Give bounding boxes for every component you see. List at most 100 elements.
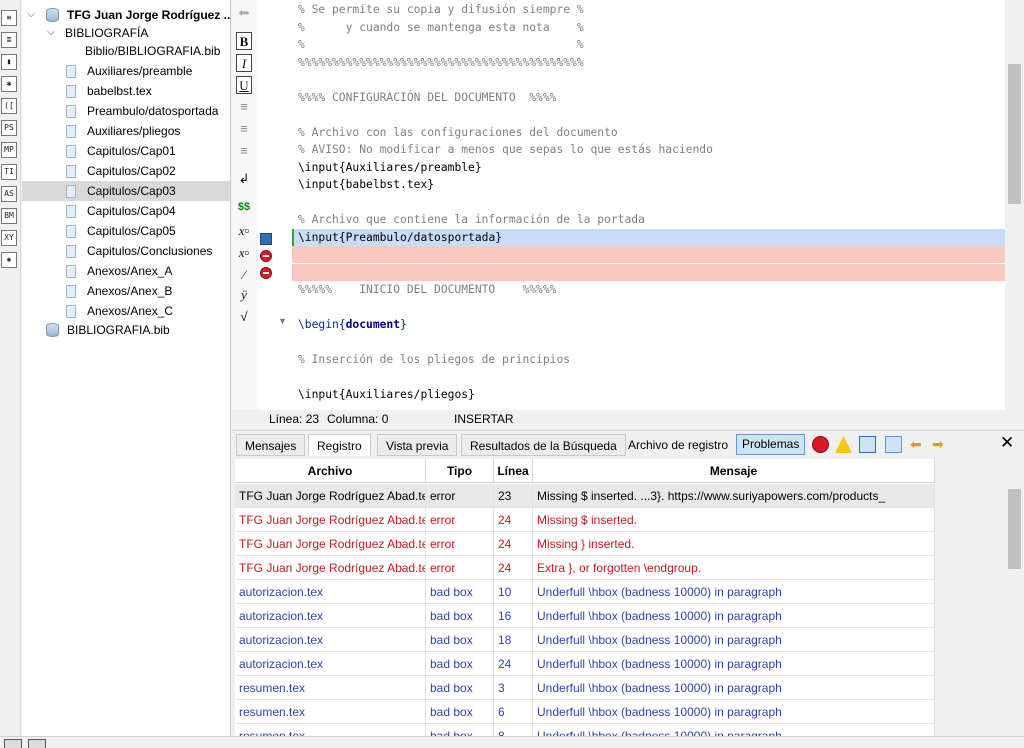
previous-error-icon[interactable]: ⬅ [910,436,927,453]
table-row[interactable]: autorizacion.tex bad box 10 Underfull \hbox… [235,580,935,604]
brackets-icon[interactable]: ([ [1,98,17,114]
table-row[interactable]: resumen.tex bad box 3 Underfull \hbox (badn… [235,676,935,700]
list-icon[interactable]: ≣ [1,32,17,48]
code-line[interactable]: %%%%% INICIO DEL DOCUMENTO %%%%% [292,281,1005,298]
structure-icon[interactable]: ≡ [1,10,17,26]
structure-toggle-icon[interactable] [4,739,22,748]
editor-scrollbar[interactable] [1005,0,1024,428]
close-icon[interactable]: ✕ [1000,433,1014,453]
table-row[interactable]: TFG Juan Jorge Rodríguez Abad.tex error 24… [235,556,935,580]
underline-button[interactable]: U [236,76,252,94]
code-line[interactable] [292,369,1005,386]
align-right-icon[interactable]: ≡ [236,142,252,160]
tree-root[interactable]: ⌵ TFG Juan Jorge Rodríguez ... [22,5,230,25]
tab-mensajes[interactable]: Mensajes [236,434,306,456]
back-icon[interactable]: ⬅ [236,4,252,22]
tree-item[interactable]: Capitulos/Conclusiones [22,241,230,261]
sqrt-icon[interactable]: √ [236,308,252,326]
code-line[interactable]: % AVISO: No modificar a menos que sepas … [292,141,1005,158]
metapost-icon[interactable]: MP [1,142,17,158]
newline-icon[interactable]: ↲ [236,170,252,188]
code-line[interactable]: %%%%%%%%%%%%%%%%%%%%%%%%%%%%%%%%%%%%%%%%… [292,54,1005,71]
tree-item[interactable]: babelbst.tex [22,81,230,101]
superscript-icon[interactable]: x▫ [236,244,252,262]
beamer-icon[interactable]: BM [1,208,17,224]
table-row[interactable]: TFG Juan Jorge Rodríguez Abad.tex error 24… [235,508,935,532]
dfrac-icon[interactable]: ÿ [236,286,252,304]
code-line[interactable] [292,194,1005,211]
xymatrix-icon[interactable]: XY [1,230,17,246]
asymptote-icon[interactable]: AS [1,186,17,202]
log-file-label[interactable]: Archivo de registro [628,438,728,452]
line-gutter[interactable]: ▼ [258,0,292,410]
code-line[interactable] [292,71,1005,88]
table-row[interactable]: TFG Juan Jorge Rodríguez Abad.tex error 24… [235,532,935,556]
italic-button[interactable]: I [236,54,252,72]
column-header-mensaje[interactable]: Mensaje [533,459,935,483]
filter-icon[interactable] [885,436,902,453]
code-area[interactable]: % Se permite su copia y difusión siempre… [292,0,1005,410]
fraction-icon[interactable]: ⁄ [236,266,252,284]
table-row[interactable]: autorizacion.tex bad box 24 Underfull \hbox… [235,652,935,676]
code-line[interactable] [292,334,1005,351]
messages-toggle-icon[interactable] [28,739,46,748]
warning-icon[interactable] [835,436,852,453]
table-row[interactable]: TFG Juan Jorge Rodríguez Abad.tex error 23… [235,484,935,508]
code-line[interactable] [292,106,1005,123]
stop-icon[interactable] [812,436,829,453]
code-line[interactable]: \input{Auxiliares/pliegos} [292,386,1005,403]
chevron-down-icon[interactable]: ⌵ [26,5,36,25]
code-line[interactable]: \input{Auxiliares/preamble} [292,159,1005,176]
tab-resultados-busqueda[interactable]: Resultados de la Búsqueda [461,434,626,456]
code-line[interactable]: \input{Preambulo/datosportada} [292,228,1005,246]
tree-item[interactable]: Anexos/Anex_C [22,301,230,321]
code-line[interactable]: \begin{document} [292,316,1005,333]
chevron-down-icon[interactable]: ⌵ [46,23,56,43]
tree-item[interactable]: Auxiliares/pliegos [22,121,230,141]
tab-registro[interactable]: Registro [308,434,371,456]
column-header-archivo[interactable]: Archivo [235,459,426,483]
error-marker-icon[interactable] [260,250,272,262]
code-line[interactable]: % y cuando se mantenga esta nota % [292,19,1005,36]
scrollbar-thumb[interactable] [1008,489,1021,569]
tree-item[interactable]: Capitulos/Cap03 [22,181,230,201]
table-row[interactable]: autorizacion.tex bad box 16 Underfull \hbox… [235,604,935,628]
bookmark-icon[interactable]: ▮ [1,54,17,70]
special-symbols-icon[interactable]: ✺ [1,252,17,268]
align-center-icon[interactable]: ≡ [236,120,252,138]
bold-button[interactable]: B [236,32,252,50]
next-error-icon[interactable]: ➡ [932,436,949,453]
table-row[interactable]: resumen.tex bad box 6 Underfull \hbox (badn… [235,700,935,724]
tree-item[interactable]: Anexos/Anex_A [22,261,230,281]
code-line[interactable] [292,263,1005,281]
tree-item-bibliografia[interactable]: BIBLIOGRAFIA.bib [22,320,230,340]
tree-item[interactable]: Capitulos/Cap02 [22,161,230,181]
code-line[interactable]: % Inserción de los pliegos de principios [292,351,1005,368]
tab-vista-previa[interactable]: Vista previa [377,434,458,456]
column-header-tipo[interactable]: Tipo [426,459,494,483]
problems-button[interactable]: Problemas [736,434,806,455]
table-row[interactable]: autorizacion.tex bad box 18 Underfull \hbox… [235,628,935,652]
column-header-linea[interactable]: Línea [494,459,533,483]
pstricks-icon[interactable]: PS [1,120,17,136]
symbols-icon[interactable]: ✱ [1,76,17,92]
tree-item[interactable]: Capitulos/Cap04 [22,201,230,221]
bookmark-arrow-icon[interactable] [260,233,272,245]
tree-item[interactable]: Biblio/BIBLIOGRAFIA.bib [22,41,230,61]
tree-item[interactable]: Anexos/Anex_B [22,281,230,301]
tree-item[interactable]: Auxiliares/preamble [22,61,230,81]
badbox-icon[interactable] [859,436,876,453]
code-line[interactable] [292,246,1005,263]
code-line[interactable]: % Archivo que contiene la información de… [292,211,1005,228]
code-line[interactable]: % % [292,36,1005,53]
subscript-icon[interactable]: x▫ [236,222,252,240]
code-line[interactable]: \input{babelbst.tex} [292,176,1005,193]
tree-item[interactable]: Preambulo/datosportada [22,101,230,121]
code-line[interactable]: % Se permite su copia y difusión siempre… [292,1,1005,18]
log-scrollbar[interactable] [1005,459,1024,737]
align-left-icon[interactable]: ≡ [236,98,252,116]
tree-bib-section[interactable]: ⌵ BIBLIOGRAFÍA [22,23,230,43]
tree-item[interactable]: Capitulos/Cap05 [22,221,230,241]
scrollbar-thumb[interactable] [1008,64,1021,204]
code-line[interactable] [292,299,1005,316]
